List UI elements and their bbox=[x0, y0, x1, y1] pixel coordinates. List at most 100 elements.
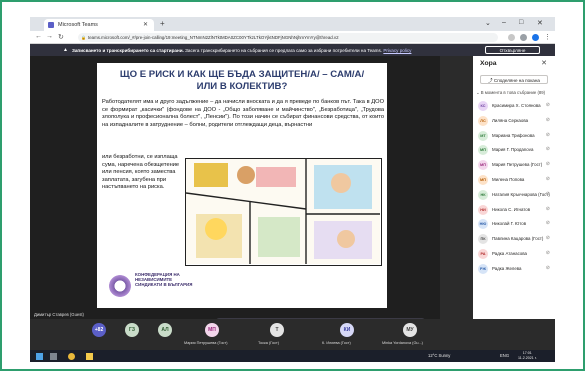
slide-body-text: Работодателят има и друго задължение – д… bbox=[102, 99, 384, 128]
forward-icon[interactable]: → bbox=[46, 33, 53, 40]
slide-title-line-2: ИЛИ В КОЛЕКТИВ? bbox=[196, 81, 288, 92]
browser-menu-icon[interactable]: ⋮ bbox=[544, 33, 551, 41]
participant-row[interactable]: МП Мария Г. Продanova ⊘ bbox=[477, 144, 555, 159]
participant-row[interactable]: МП Мария Петрушева (Гост) ⊘ bbox=[477, 159, 555, 174]
participant-tile-name: Мария Петрушева (Гост) bbox=[184, 341, 228, 345]
browser-tab-bar: Microsoft Teams ✕ + ⌄ – □ ✕ bbox=[30, 17, 555, 31]
participant-tile-avatar[interactable]: КИ bbox=[340, 323, 354, 337]
participant-name: Наталия Кръкчнарова (Гост) bbox=[492, 191, 550, 197]
participant-avatar: МТ bbox=[478, 130, 488, 141]
mic-muted-icon: ⊘ bbox=[545, 161, 550, 168]
participant-name: Павлина Кацарова (Гост) bbox=[492, 236, 544, 242]
mic-muted-icon: ⊘ bbox=[545, 205, 550, 212]
back-icon[interactable]: ← bbox=[35, 33, 42, 40]
participant-tile-name: К. Илиева (Гост) bbox=[322, 341, 351, 345]
participant-row[interactable]: НЮ Николай Г. Ютов ⊘ bbox=[477, 218, 555, 233]
teams-window: Microsoft Teams ✕ + ⌄ – □ ✕ ← → ↻ 🔒 team… bbox=[30, 17, 555, 362]
participant-tile-avatar[interactable]: МП bbox=[205, 323, 219, 337]
profile-avatar[interactable] bbox=[532, 34, 539, 41]
task-view-icon[interactable] bbox=[50, 352, 57, 360]
participant-row[interactable]: НИ Никола С. Игнатов ⊘ bbox=[477, 204, 555, 219]
tab-close-icon[interactable]: ✕ bbox=[143, 21, 148, 28]
presentation-slide: ЩО Е РИСК И КАК ЩЕ БЪДА ЗАЩИТЕН/А/ – САМ… bbox=[97, 63, 387, 308]
slide-title-line-1: ЩО Е РИСК И КАК ЩЕ БЪДА ЗАЩИТЕН/А/ – САМ… bbox=[119, 69, 365, 80]
windows-taskbar: 12°C Sunny ENG 17:01 11.2.2021 г. bbox=[30, 350, 555, 362]
participant-avatar: МП bbox=[478, 145, 488, 156]
mic-muted-icon: ⊘ bbox=[545, 116, 550, 123]
participant-avatar: МП bbox=[478, 174, 488, 185]
new-tab-button[interactable]: + bbox=[160, 19, 165, 28]
union-logo bbox=[109, 275, 131, 297]
panel-title: Хора bbox=[480, 60, 497, 67]
participant-name: Милена Попова bbox=[492, 176, 525, 182]
file-explorer-icon[interactable] bbox=[86, 352, 93, 360]
language-indicator[interactable]: ENG bbox=[500, 353, 509, 358]
mic-muted-icon: ⊘ bbox=[545, 146, 550, 153]
teams-logo-icon bbox=[48, 22, 54, 28]
clock-date: 11.2.2021 г. bbox=[518, 355, 537, 360]
participant-row[interactable]: МП Милена Попова ⊘ bbox=[477, 174, 555, 189]
shared-content-stage: ЩО Е РИСК И КАК ЩЕ БЪДА ЗАЩИТЕН/А/ – САМ… bbox=[30, 56, 440, 334]
participant-name: Мариана Трифонова bbox=[492, 132, 535, 138]
participant-tile-avatar[interactable]: Т bbox=[270, 323, 284, 337]
mic-muted-icon: ⊘ bbox=[545, 190, 550, 197]
close-panel-icon[interactable]: ✕ bbox=[541, 59, 547, 67]
privacy-policy-link[interactable]: Privacy policy bbox=[383, 48, 411, 53]
participant-name: Николай Г. Ютов bbox=[492, 221, 527, 227]
banner-message: Записването и транскрибирането са старти… bbox=[72, 48, 411, 53]
participant-row[interactable]: КС Красимира Х. Стоянова ⊘ bbox=[477, 100, 555, 115]
participant-name: Лиляна Серкаова bbox=[492, 117, 529, 123]
participant-name: Радка Атанасова bbox=[492, 250, 527, 256]
participant-tile-avatar[interactable]: МУ bbox=[403, 323, 417, 337]
in-meeting-header[interactable]: ⌄ В момента в това събрание (89) bbox=[476, 90, 545, 96]
participant-name: Никола С. Игнатов bbox=[492, 206, 531, 212]
slide-title: ЩО Е РИСК И КАК ЩЕ БЪДА ЗАЩИТЕН/А/ – САМ… bbox=[97, 69, 387, 93]
window-close-button[interactable]: ✕ bbox=[537, 19, 543, 27]
participant-tile-avatar[interactable]: АЛ bbox=[158, 323, 172, 337]
participant-tile-name: Minka Yordanova (Gu...) bbox=[382, 341, 423, 345]
system-clock[interactable]: 17:01 11.2.2021 г. bbox=[518, 351, 537, 360]
more-participants-avatar[interactable]: +82 bbox=[92, 323, 106, 337]
participant-avatar: НК bbox=[478, 189, 488, 200]
participant-row[interactable]: ЛС Лиляна Серкаова ⊘ bbox=[477, 115, 555, 130]
mic-muted-icon: ⊘ bbox=[545, 175, 550, 182]
mic-muted-icon: ⊘ bbox=[545, 102, 550, 108]
tab-title: Microsoft Teams bbox=[58, 22, 98, 28]
extension-icon[interactable] bbox=[508, 34, 515, 41]
participant-row[interactable]: НК Наталия Кръкчнарова (Гост) ⊘ bbox=[477, 189, 555, 204]
mic-muted-icon: ⊘ bbox=[545, 131, 550, 138]
participant-tile-avatar[interactable]: ГЗ bbox=[125, 323, 139, 337]
url-input[interactable]: 🔒 teams.microsoft.com/_#/pre-join-callin… bbox=[78, 33, 498, 42]
start-icon[interactable] bbox=[36, 352, 43, 360]
minimize-button[interactable]: – bbox=[502, 19, 506, 26]
participant-row[interactable]: РА Радка Атанасова ⊘ bbox=[477, 248, 555, 263]
union-logo-text: КОНФЕДЕРАЦИЯ НА НЕЗАВИСИМИТЕ СИНДИКАТИ В… bbox=[135, 272, 193, 288]
participant-avatar: РА bbox=[478, 248, 488, 259]
chrome-taskbar-icon[interactable] bbox=[68, 352, 75, 360]
comic-illustration bbox=[185, 158, 382, 266]
tab-search-icon[interactable]: ⌄ bbox=[485, 19, 491, 27]
maximize-button[interactable]: □ bbox=[519, 19, 523, 26]
participant-name: Красимира Х. Стоянова bbox=[492, 103, 541, 108]
mic-muted-icon: ⊘ bbox=[545, 249, 550, 256]
dismiss-button[interactable]: Отхвърляне bbox=[485, 46, 540, 54]
share-invite-button[interactable]: ⤴ Споделяне на покана bbox=[480, 75, 548, 84]
bookmark-icon[interactable] bbox=[520, 34, 527, 41]
participant-row[interactable]: ПК Павлина Кацарова (Гост) ⊘ bbox=[477, 233, 555, 248]
participant-avatar: ПК bbox=[478, 234, 488, 245]
participant-tile-name: Тоска (Гост) bbox=[258, 341, 280, 345]
share-invite-label: Споделяне на покана bbox=[493, 77, 540, 83]
participant-row[interactable]: РЖ Радка Желева ⊘ bbox=[477, 263, 555, 278]
recording-banner: ▲ Записването и транскрибирането са стар… bbox=[30, 44, 555, 56]
weather-widget[interactable]: 12°C Sunny bbox=[428, 353, 450, 358]
participant-strip: +82 ГЗ АЛ МП Мария Петрушева (Гост) Т То… bbox=[30, 319, 555, 350]
browser-tab[interactable]: Microsoft Teams ✕ bbox=[44, 19, 154, 31]
banner-bold-text: Записването и транскрибирането са старти… bbox=[72, 47, 184, 53]
lock-icon: 🔒 bbox=[81, 35, 86, 40]
slide-left-text: или безработни, се изплаща сума, наречен… bbox=[102, 154, 180, 191]
participant-name: Мария Г. Продanova bbox=[492, 147, 534, 153]
participant-row[interactable]: МТ Мариана Трифонова ⊘ bbox=[477, 130, 555, 145]
reload-icon[interactable]: ↻ bbox=[58, 33, 64, 41]
people-panel: Хора ✕ ⤴ Споделяне на покана ⌄ В момента… bbox=[473, 56, 555, 319]
banner-text: Засега транскрибирането на събрания се п… bbox=[185, 47, 383, 53]
